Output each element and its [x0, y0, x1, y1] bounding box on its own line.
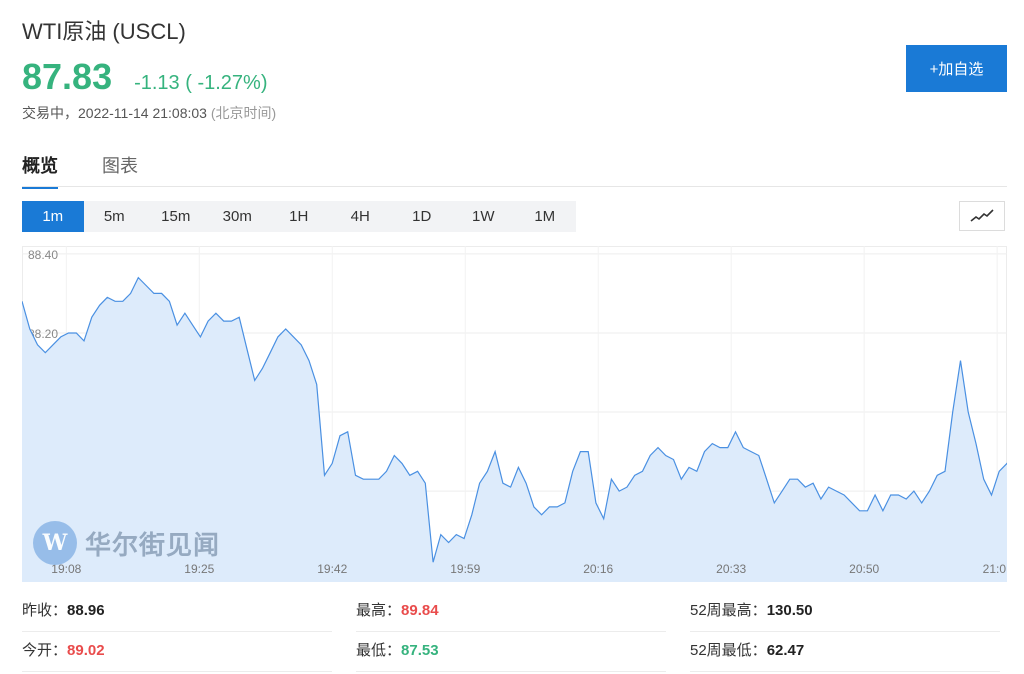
stat-value: 130.50: [766, 602, 813, 619]
price-row: 87.83 -1.13 ( -1.27%): [22, 56, 267, 98]
stat-value: 89.84: [401, 602, 439, 619]
period-1m[interactable]: 1m: [22, 201, 84, 232]
last-price: 87.83: [22, 56, 113, 97]
stat-value: 87.53: [401, 642, 439, 659]
status-text: 交易中，2022-11-14 21:08:03: [22, 105, 207, 121]
y-tick-label: 88.40: [28, 248, 58, 262]
instrument-title: WTI原油 (USCL): [22, 19, 186, 44]
period-1mo[interactable]: 1M: [514, 201, 576, 232]
x-tick-label: 21:0: [983, 562, 1007, 576]
period-1h[interactable]: 1H: [268, 201, 330, 232]
timezone-label: (北京时间): [210, 105, 277, 121]
period-1w[interactable]: 1W: [453, 201, 515, 232]
period-15m[interactable]: 15m: [145, 201, 207, 232]
x-tick-label: 19:42: [317, 562, 347, 576]
stat-value: 88.96: [67, 602, 105, 619]
period-30m[interactable]: 30m: [207, 201, 269, 232]
stat-value: 62.47: [766, 642, 805, 659]
period-selector: 1m 5m 15m 30m 1H 4H 1D 1W 1M: [22, 201, 576, 232]
stat-high: 最高：89.84: [356, 590, 666, 632]
trading-status: 交易中，2022-11-14 21:08:03 (北京时间): [22, 103, 276, 123]
x-tick-label: 20:50: [849, 562, 879, 576]
chart-type-button[interactable]: [959, 201, 1005, 231]
watermark: W 华尔街见闻: [33, 521, 220, 565]
stat-prev-close: 昨收：88.96: [22, 590, 332, 632]
line-chart-icon: [970, 209, 994, 222]
tab-chart[interactable]: 图表: [102, 152, 138, 189]
tab-divider: [22, 186, 1007, 187]
x-tick-label: 20:33: [716, 562, 746, 576]
stat-open: 今开：89.02: [22, 630, 332, 672]
stat-value: 89.02: [67, 642, 105, 659]
period-4h[interactable]: 4H: [330, 201, 392, 232]
x-tick-label: 20:16: [583, 562, 613, 576]
tab-overview[interactable]: 概览: [22, 152, 58, 189]
watermark-text: 华尔街见闻: [85, 529, 221, 560]
tab-bar: 概览 图表: [22, 152, 138, 189]
watermark-logo: W: [33, 521, 77, 565]
period-5m[interactable]: 5m: [84, 201, 146, 232]
add-to-watchlist-button[interactable]: +加自选: [906, 45, 1007, 92]
stat-52w-high: 52周最高：130.50: [690, 590, 1000, 632]
x-tick-label: 19:59: [450, 562, 480, 576]
price-change: -1.13 ( -1.27%): [134, 72, 268, 94]
period-1d[interactable]: 1D: [391, 201, 453, 232]
stat-52w-low: 52周最低：62.47: [690, 630, 1000, 672]
stat-low: 最低：87.53: [356, 630, 666, 672]
